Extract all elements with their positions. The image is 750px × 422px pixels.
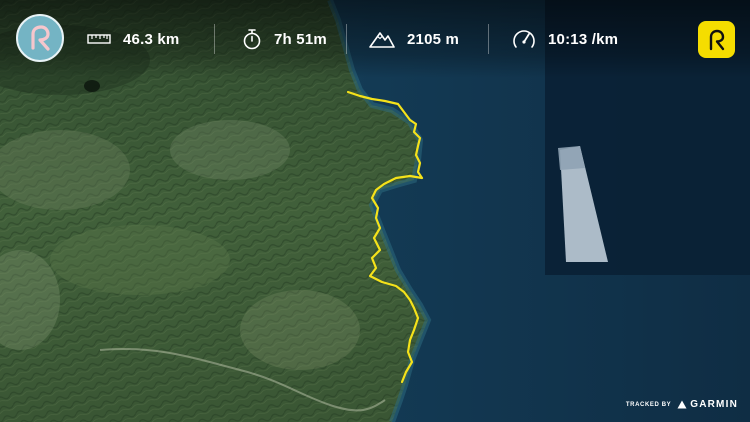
garmin-triangle-icon bbox=[677, 400, 687, 409]
elevation-value: 2105 m bbox=[407, 30, 460, 48]
mountain-icon bbox=[369, 30, 395, 48]
relive-app-button[interactable] bbox=[698, 21, 735, 58]
duration-stat: 7h 51m bbox=[242, 24, 327, 54]
distance-value: 46.3 km bbox=[123, 30, 180, 48]
map-view: 46.3 km 7h 51m 2105 m 10:13 /km TRACKED … bbox=[0, 0, 750, 422]
ruler-icon bbox=[87, 33, 111, 45]
relive-logo-mark bbox=[31, 25, 50, 51]
terrain-patch bbox=[170, 120, 290, 180]
divider bbox=[488, 24, 489, 54]
distance-stat: 46.3 km bbox=[87, 24, 179, 54]
garmin-brand: GARMIN bbox=[690, 399, 738, 410]
relive-logo-icon[interactable] bbox=[16, 14, 64, 62]
pace-stat: 10:13 /km bbox=[512, 24, 618, 54]
duration-value: 7h 51m bbox=[274, 30, 327, 48]
tracked-by-label: TRACKED BY bbox=[625, 401, 672, 408]
pace-value: 10:13 /km bbox=[548, 30, 619, 48]
divider bbox=[214, 24, 215, 54]
elevation-stat: 2105 m bbox=[369, 24, 459, 54]
dark-lake bbox=[84, 80, 100, 92]
tracked-by-credit: TRACKED BY GARMIN bbox=[626, 399, 738, 410]
speedometer-icon bbox=[512, 28, 536, 50]
terrain-patch bbox=[50, 225, 230, 295]
relive-logo-icon bbox=[709, 29, 724, 50]
terrain-patch bbox=[240, 290, 360, 370]
stopwatch-icon bbox=[242, 28, 262, 50]
divider bbox=[346, 24, 347, 54]
